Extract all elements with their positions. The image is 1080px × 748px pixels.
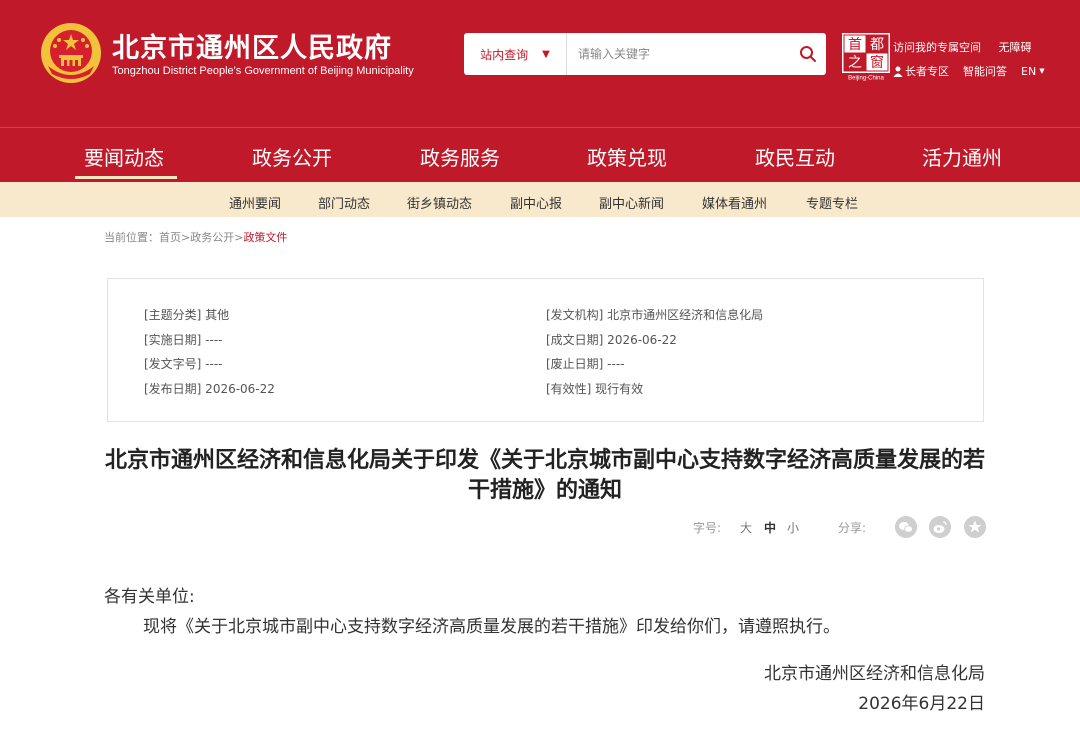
- search-icon[interactable]: [798, 44, 818, 64]
- top-links-row1: 访问我的专属空间 无障碍: [893, 39, 1046, 55]
- font-size-large[interactable]: 大: [740, 519, 752, 536]
- nav-item-news[interactable]: 要闻动态: [84, 142, 164, 171]
- breadcrumb-gov-open[interactable]: 政务公开: [190, 231, 234, 244]
- capital-logo-char: 之: [848, 55, 862, 71]
- nav-item-gov-open[interactable]: 政务公开: [252, 142, 332, 171]
- font-size-small[interactable]: 小: [787, 519, 799, 536]
- nav-item-interaction[interactable]: 政民互动: [755, 142, 835, 171]
- chevron-down-icon: ▼: [542, 48, 550, 60]
- accessibility-link[interactable]: 无障碍: [999, 41, 1032, 54]
- capital-logo-char: 都: [870, 37, 884, 53]
- sub-nav-item[interactable]: 副中心报: [510, 193, 562, 212]
- favorite-icon[interactable]: [964, 516, 986, 538]
- sub-nav-item[interactable]: 街乡镇动态: [407, 193, 472, 212]
- share-label: 分享:: [838, 521, 867, 535]
- nav-item-policy[interactable]: 政策兑现: [587, 142, 667, 171]
- capital-logo-char: 首: [848, 37, 862, 53]
- breadcrumb-home[interactable]: 首页: [159, 231, 181, 244]
- capital-window-logo[interactable]: 首 都 之 窗 Beijing-China: [842, 33, 890, 81]
- document-body: 现将《关于北京城市副中心支持数字经济高质量发展的若干措施》印发给你们，请遵照执行…: [143, 617, 840, 637]
- site-subtitle: Tongzhou District People's Government of…: [112, 65, 414, 77]
- national-emblem-icon[interactable]: [40, 22, 102, 84]
- meta-created-date: [成文日期] 2026-06-22: [546, 333, 677, 347]
- elderly-zone-link[interactable]: 长者专区: [893, 63, 949, 79]
- sub-nav: 通州要闻 部门动态 街乡镇动态 副中心报 副中心新闻 媒体看通州 专题专栏: [0, 182, 1080, 217]
- sub-nav-item[interactable]: 通州要闻: [229, 193, 281, 212]
- search-input[interactable]: [568, 33, 778, 75]
- breadcrumb-prefix: 当前位置：: [104, 231, 159, 244]
- sub-nav-item[interactable]: 专题专栏: [806, 193, 858, 212]
- meta-doc-number: [发文字号] ----: [144, 357, 223, 371]
- chevron-down-icon: ▼: [1039, 67, 1045, 75]
- breadcrumb-separator: >: [181, 231, 191, 244]
- document-meta-box: [主题分类] 其他 [实施日期] ---- [发文字号] ---- [发布日期]…: [107, 278, 984, 422]
- elderly-zone-label: 长者专区: [905, 65, 949, 78]
- sub-nav-item[interactable]: 副中心新闻: [599, 193, 664, 212]
- top-links-row2: 长者专区 智能问答 EN ▼: [893, 63, 1059, 79]
- capital-logo-caption: Beijing-China: [848, 76, 884, 82]
- sub-nav-item[interactable]: 媒体看通州: [702, 193, 767, 212]
- site-title[interactable]: 北京市通州区人民政府: [112, 26, 392, 65]
- meta-repeal-date: [废止日期] ----: [546, 357, 625, 371]
- search-scope-select[interactable]: 站内查询 ▼: [464, 33, 567, 75]
- site-header: 北京市通州区人民政府 Tongzhou District People's Go…: [0, 0, 1080, 127]
- document-date: 2026年6月22日: [858, 694, 985, 714]
- document-signature: 北京市通州区经济和信息化局: [764, 664, 985, 684]
- meta-publish-date: [发布日期] 2026-06-22: [144, 382, 275, 396]
- main-nav: 要闻动态 政务公开 政务服务 政策兑现 政民互动 活力通州: [0, 127, 1080, 182]
- nav-item-gov-service[interactable]: 政务服务: [420, 142, 500, 171]
- search-box: 站内查询 ▼: [464, 33, 826, 75]
- weibo-icon[interactable]: [929, 516, 951, 538]
- sub-nav-item[interactable]: 部门动态: [318, 193, 370, 212]
- meta-issuer: [发文机构] 北京市通州区经济和信息化局: [546, 308, 764, 322]
- breadcrumb-current[interactable]: 政策文件: [243, 231, 287, 244]
- document-salutation: 各有关单位:: [104, 587, 195, 607]
- breadcrumb: 当前位置：首页>政务公开>政策文件: [104, 229, 287, 245]
- capital-logo-char: 窗: [870, 54, 884, 71]
- nav-active-underline: [75, 176, 177, 179]
- my-space-link[interactable]: 访问我的专属空间: [893, 41, 981, 54]
- meta-validity: [有效性] 现行有效: [546, 382, 644, 396]
- font-size-label: 字号:: [693, 521, 722, 535]
- meta-effective-date: [实施日期] ----: [144, 333, 223, 347]
- person-icon: [893, 66, 903, 77]
- meta-topic: [主题分类] 其他: [144, 308, 230, 322]
- nav-item-vibrant[interactable]: 活力通州: [922, 142, 1002, 171]
- font-size-medium[interactable]: 中: [764, 519, 776, 536]
- document-title: 北京市通州区经济和信息化局关于印发《关于北京城市副中心支持数字经济高质量发展的若…: [104, 448, 985, 503]
- wechat-icon[interactable]: [895, 516, 917, 538]
- language-switch[interactable]: EN ▼: [1021, 65, 1045, 78]
- language-label: EN: [1021, 64, 1037, 78]
- smart-qa-link[interactable]: 智能问答: [963, 63, 1007, 79]
- search-scope-label: 站内查询: [480, 47, 529, 62]
